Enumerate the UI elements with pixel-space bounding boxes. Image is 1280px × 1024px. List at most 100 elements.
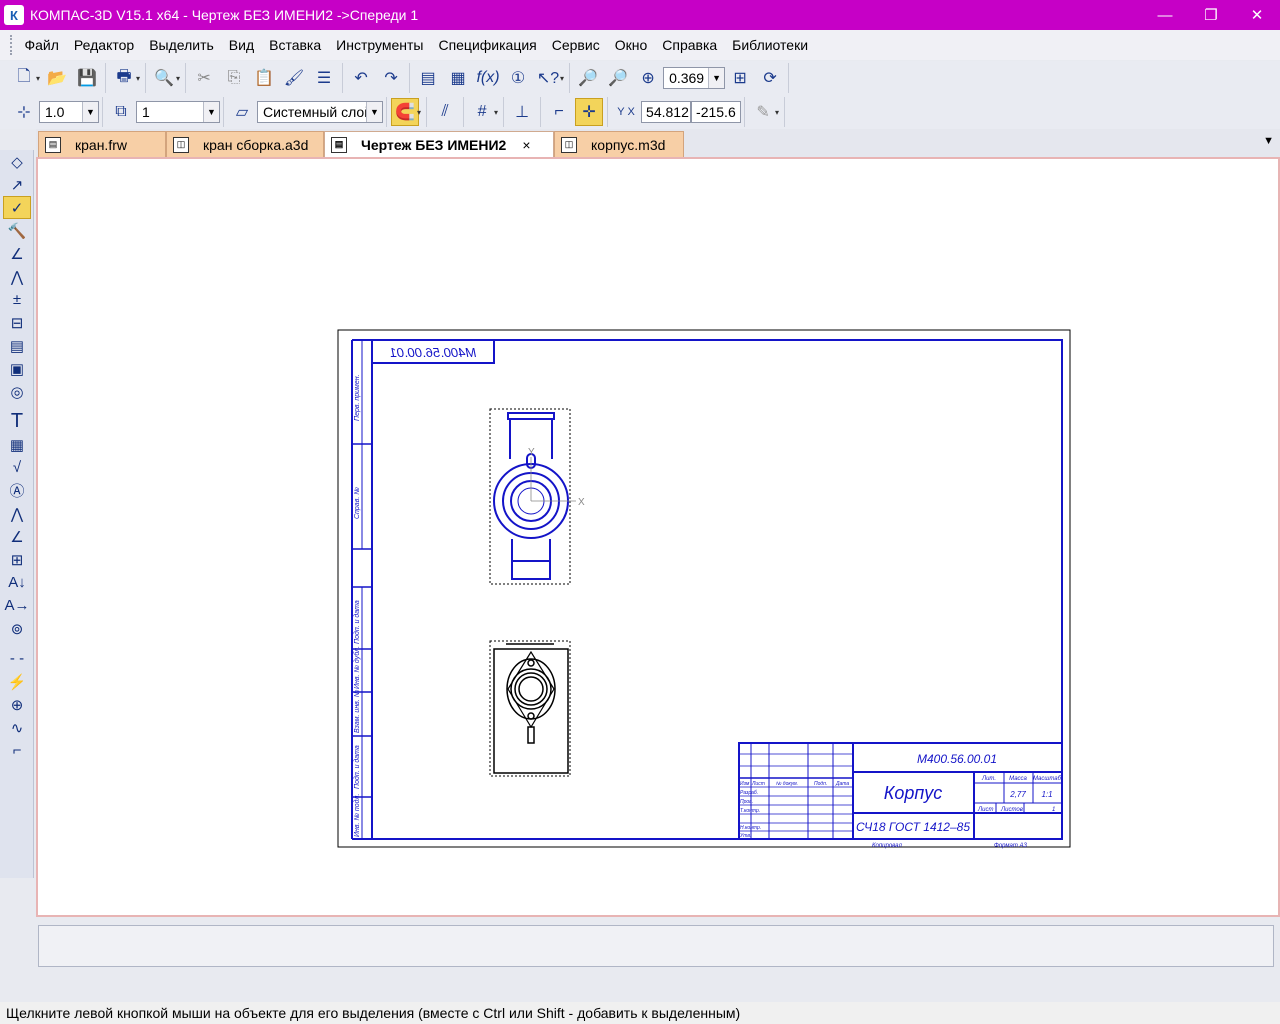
close-button[interactable]: ✕ [1234, 0, 1280, 30]
insert-icon[interactable]: ◎ [3, 380, 31, 403]
designations-icon[interactable]: ✓ [3, 196, 31, 219]
restore-button[interactable]: ❐ [1188, 0, 1234, 30]
coord-y-field[interactable]: -215.6 [691, 101, 742, 123]
minimize-button[interactable]: — [1142, 0, 1188, 30]
print-icon[interactable]: 🖶 [110, 64, 138, 92]
menu-help[interactable]: Справка [655, 37, 725, 53]
tab-kran-assembly[interactable]: ◫ кран сборка.a3d [166, 131, 324, 157]
help-dropdown-icon[interactable]: ▾ [560, 74, 564, 83]
properties-panel[interactable] [38, 925, 1274, 967]
new-dropdown-icon[interactable]: ▾ [36, 74, 40, 83]
menu-libraries[interactable]: Библиотеки [725, 37, 816, 53]
drawing-canvas[interactable]: Перв. примен. Справ. № Подп. и дата Инв.… [36, 157, 1280, 917]
remote-element-icon[interactable]: ⊚ [3, 617, 31, 640]
text-icon[interactable]: T [3, 410, 31, 433]
spec-icon[interactable]: ▤ [3, 334, 31, 357]
line-scale-combo[interactable]: 1.0 ▼ [39, 101, 99, 123]
copy-icon[interactable]: ⎘ [220, 64, 248, 92]
preview-dropdown-icon[interactable]: ▾ [176, 74, 180, 83]
zoom-combo[interactable]: 0.369 ▼ [663, 67, 726, 89]
undo-icon[interactable]: ↶ [347, 64, 375, 92]
menu-select[interactable]: Выделить [142, 37, 222, 53]
save-icon[interactable]: 💾 [73, 64, 101, 92]
axis-y-label: Y [528, 447, 535, 458]
roughness-icon[interactable]: √ [3, 456, 31, 479]
zoom-scale-icon[interactable]: 🔎 [604, 64, 632, 92]
coord-x-field[interactable]: 54.812 [641, 101, 692, 123]
tab-close-icon[interactable]: × [522, 137, 530, 153]
manager-icon[interactable]: ▤ [414, 64, 442, 92]
axis-line-icon[interactable]: ⌐ [3, 739, 31, 762]
tree-icon[interactable]: ▦ [444, 64, 472, 92]
print-dropdown-icon[interactable]: ▾ [136, 74, 140, 83]
coordinates-yx-icon[interactable]: Y X [612, 98, 640, 126]
wave-line-icon[interactable]: ∿ [3, 716, 31, 739]
redo-icon[interactable]: ↷ [377, 64, 405, 92]
selection-icon[interactable]: ± [3, 288, 31, 311]
base-icon[interactable]: Ⓐ [3, 479, 31, 502]
pan-icon[interactable]: ⊞ [726, 64, 754, 92]
drawing-sheet-svg[interactable]: Перв. примен. Справ. № Подп. и дата Инв.… [38, 159, 1278, 915]
properties-icon[interactable]: ☰ [310, 64, 338, 92]
zoom-window-icon[interactable]: 🔎 [574, 64, 602, 92]
local-cs-icon[interactable]: ⊥ [508, 98, 536, 126]
measure-icon[interactable]: ① [504, 64, 532, 92]
new-document-icon[interactable]: 🗋 [10, 64, 38, 92]
menu-file[interactable]: Файл [17, 37, 66, 53]
chevron-down-icon[interactable]: ▼ [82, 102, 98, 122]
parametric-dropdown-icon[interactable]: ▾ [775, 108, 779, 117]
grid-icon[interactable]: # [468, 98, 496, 126]
point-snap-icon[interactable]: ⊹ [10, 98, 38, 126]
variables-fx-icon[interactable]: f(x) [474, 64, 502, 92]
grid-dropdown-icon[interactable]: ▾ [494, 108, 498, 117]
parametrization-icon[interactable]: ∠ [3, 242, 31, 265]
open-folder-icon[interactable]: 📂 [43, 64, 71, 92]
chevron-down-icon[interactable]: ▼ [203, 102, 219, 122]
editing-icon[interactable]: 🔨 [3, 219, 31, 242]
tab-korpus-m3d[interactable]: ◫ корпус.m3d [554, 131, 684, 157]
chevron-down-icon[interactable]: ▼ [708, 68, 725, 88]
layers-icon[interactable]: ⧉ [107, 98, 135, 126]
tolerance-icon[interactable]: ∠ [3, 525, 31, 548]
center-mark-icon[interactable]: ⊕ [3, 693, 31, 716]
measurements-icon[interactable]: ⋀ [3, 265, 31, 288]
break-icon[interactable]: ⚡ [3, 670, 31, 693]
snap-dropdown-icon[interactable]: ▾ [417, 108, 421, 117]
menu-window[interactable]: Окно [607, 37, 655, 53]
chevron-down-icon[interactable]: ▼ [366, 102, 382, 122]
menu-specification[interactable]: Спецификация [431, 37, 544, 53]
style-combo[interactable]: Системный слой ▼ [257, 101, 383, 123]
zoom-in-icon[interactable]: ⊕ [634, 64, 662, 92]
leader-icon[interactable]: ⋀ [3, 502, 31, 525]
cut-icon[interactable]: ✂ [190, 64, 218, 92]
table-icon[interactable]: ▦ [3, 433, 31, 456]
menu-view[interactable]: Вид [221, 37, 261, 53]
format-painter-icon[interactable]: 🖌 [280, 64, 308, 92]
menu-insert[interactable]: Вставка [262, 37, 329, 53]
menu-edit[interactable]: Редактор [66, 37, 141, 53]
ortho-icon[interactable]: ⌐ [545, 98, 573, 126]
arrow-direction-icon[interactable]: A→ [3, 594, 31, 617]
refresh-icon[interactable]: ⟳ [756, 64, 784, 92]
magnet-snap-icon[interactable]: 🧲 [391, 98, 419, 126]
associative-views-icon[interactable]: ⊟ [3, 311, 31, 334]
cut-line-icon[interactable]: ⊞ [3, 548, 31, 571]
tab-drawing-unnamed[interactable]: ▤ Чертеж БЕЗ ИМЕНИ2 × [324, 131, 554, 157]
snap-points-icon[interactable]: ✛ [575, 98, 604, 126]
parametric-icon[interactable]: ✎ [749, 98, 777, 126]
tabs-menu-icon[interactable]: ▼ [1263, 135, 1274, 147]
help-pointer-icon[interactable]: ↖? [534, 64, 562, 92]
tab-kran-frw[interactable]: ▤ кран.frw [38, 131, 166, 157]
view-arrow-icon[interactable]: A↓ [3, 571, 31, 594]
center-line-icon[interactable]: - - [3, 647, 31, 670]
parallel-lines-icon[interactable]: ⫽ [431, 98, 459, 126]
menu-service[interactable]: Сервис [544, 37, 607, 53]
dimensions-icon[interactable]: ↗ [3, 173, 31, 196]
reports-icon[interactable]: ▣ [3, 357, 31, 380]
preview-icon[interactable]: 🔍 [150, 64, 178, 92]
style-icon[interactable]: ▱ [228, 98, 256, 126]
geometry-icon[interactable]: ◇ [3, 150, 31, 173]
menu-tools[interactable]: Инструменты [329, 37, 431, 53]
layer-combo[interactable]: 1 ▼ [136, 101, 220, 123]
paste-icon[interactable]: 📋 [250, 64, 278, 92]
